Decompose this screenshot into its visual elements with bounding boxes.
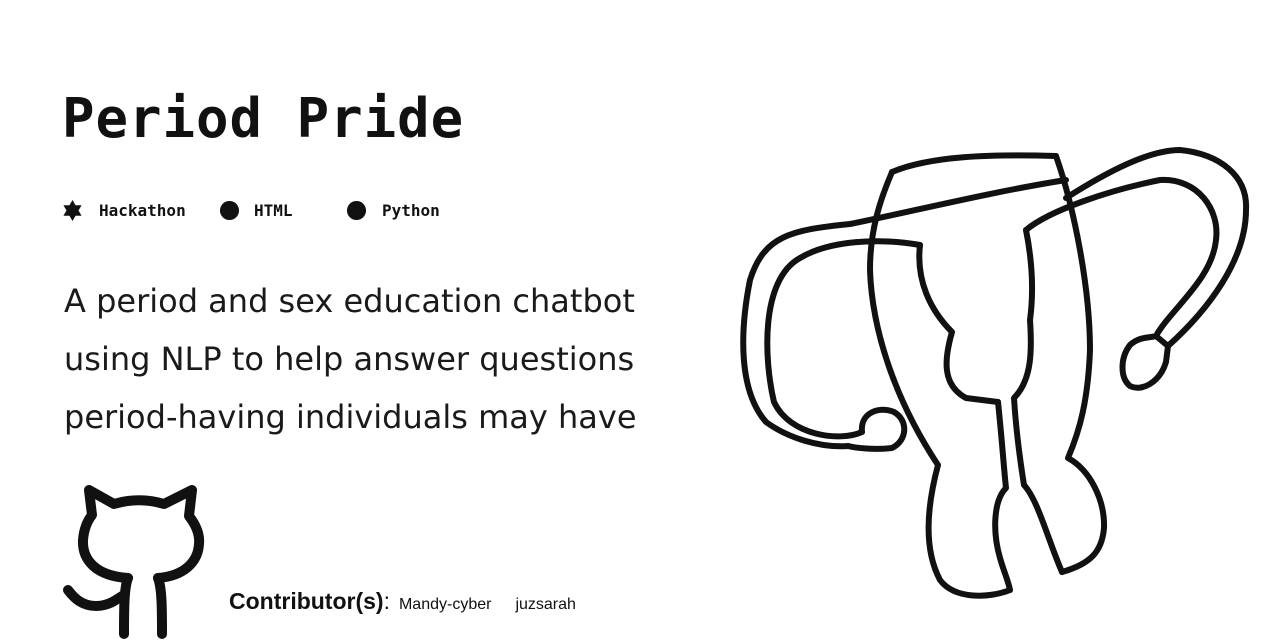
tag-list: Hackathon HTML Python xyxy=(62,197,582,223)
tag-html: HTML xyxy=(219,197,293,223)
contributor-name[interactable]: juzsarah xyxy=(515,596,575,614)
uterus-drawing xyxy=(740,147,1250,599)
contributors-colon: : xyxy=(383,588,390,614)
contributors-row: Contributor(s) : Mandy-cyber juzsarah xyxy=(229,588,600,618)
tag-label: Hackathon xyxy=(99,200,186,220)
contributors-label: Contributor(s) xyxy=(229,588,384,614)
dot-icon xyxy=(219,200,240,220)
tag-python: Python xyxy=(346,197,440,223)
tag-label: Python xyxy=(382,200,440,220)
project-description: A period and sex education chatbot using… xyxy=(64,282,637,436)
tag-hackathon: Hackathon xyxy=(62,197,186,223)
project-title: Period Pride xyxy=(62,87,465,150)
dot-icon xyxy=(346,200,367,220)
star-burst-icon xyxy=(63,199,82,221)
contributor-name[interactable]: Mandy-cyber xyxy=(399,596,491,614)
tag-label: HTML xyxy=(254,200,293,220)
github-octocat-icon xyxy=(63,485,205,639)
